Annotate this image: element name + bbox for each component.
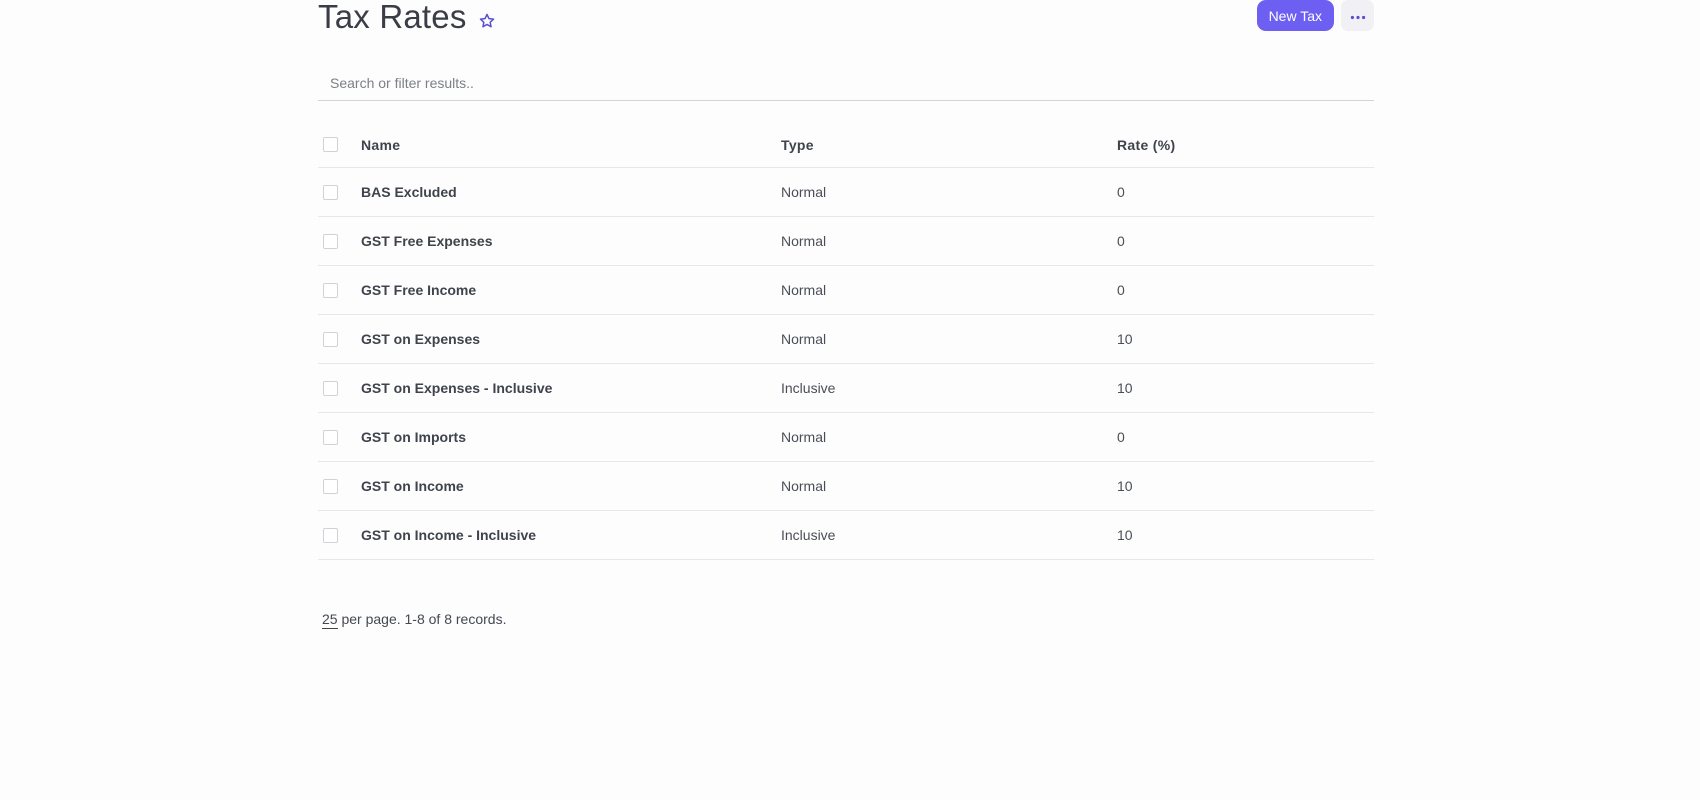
tax-name[interactable]: GST Free Expenses bbox=[361, 233, 493, 249]
more-options-button[interactable] bbox=[1341, 0, 1374, 31]
search-input[interactable] bbox=[318, 66, 1374, 100]
row-checkbox[interactable] bbox=[323, 527, 338, 543]
tax-rate: 0 bbox=[1117, 233, 1125, 249]
row-checkbox[interactable] bbox=[323, 184, 338, 200]
column-header-type[interactable]: Type bbox=[781, 137, 814, 153]
tax-type: Normal bbox=[781, 233, 827, 249]
page-title: Tax Rates bbox=[318, 0, 467, 35]
table-row[interactable]: GST on Expenses Normal 10 bbox=[318, 315, 1374, 364]
tax-type: Inclusive bbox=[781, 527, 836, 543]
table-row[interactable]: GST on Income - Inclusive Inclusive 10 bbox=[318, 511, 1374, 560]
tax-rate: 0 bbox=[1117, 184, 1125, 200]
row-checkbox[interactable] bbox=[323, 429, 338, 445]
table-row[interactable]: BAS Excluded Normal 0 bbox=[318, 168, 1374, 217]
table-row[interactable]: GST on Imports Normal 0 bbox=[318, 413, 1374, 462]
table-row[interactable]: GST on Income Normal 10 bbox=[318, 462, 1374, 511]
pagination-summary: per page. 1-8 of 8 records. bbox=[341, 611, 507, 627]
tax-name[interactable]: GST on Income - Inclusive bbox=[361, 527, 536, 543]
tax-name[interactable]: GST on Expenses - Inclusive bbox=[361, 380, 552, 396]
tax-type: Normal bbox=[781, 331, 827, 347]
tax-name[interactable]: GST on Income bbox=[361, 478, 464, 494]
tax-type: Inclusive bbox=[781, 380, 836, 396]
page-header: Tax Rates New Tax bbox=[318, 0, 1374, 44]
select-all-checkbox[interactable] bbox=[323, 137, 338, 152]
row-checkbox[interactable] bbox=[323, 331, 338, 347]
tax-rate: 10 bbox=[1117, 478, 1133, 494]
per-page-selector[interactable]: 25 bbox=[322, 611, 338, 629]
tax-rate: 0 bbox=[1117, 282, 1125, 298]
search-bar bbox=[318, 66, 1374, 101]
tax-rate: 10 bbox=[1117, 527, 1133, 543]
table-header-row: Name Type Rate (%) bbox=[318, 122, 1374, 168]
tax-type: Normal bbox=[781, 184, 827, 200]
table-row[interactable]: GST Free Expenses Normal 0 bbox=[318, 217, 1374, 266]
tax-type: Normal bbox=[781, 282, 827, 298]
column-header-rate[interactable]: Rate (%) bbox=[1117, 137, 1175, 153]
tax-rates-table: Name Type Rate (%) BAS Excluded Normal 0… bbox=[318, 122, 1374, 560]
tax-name[interactable]: GST Free Income bbox=[361, 282, 476, 298]
tax-name[interactable]: GST on Expenses bbox=[361, 331, 480, 347]
row-checkbox[interactable] bbox=[323, 478, 338, 494]
table-row[interactable]: GST Free Income Normal 0 bbox=[318, 266, 1374, 315]
tax-name[interactable]: BAS Excluded bbox=[361, 184, 457, 200]
tax-name[interactable]: GST on Imports bbox=[361, 429, 466, 445]
title-wrap: Tax Rates bbox=[318, 0, 496, 36]
row-checkbox[interactable] bbox=[323, 282, 338, 298]
row-checkbox[interactable] bbox=[323, 380, 338, 396]
tax-rate: 0 bbox=[1117, 429, 1125, 445]
column-header-name[interactable]: Name bbox=[361, 137, 400, 153]
new-tax-button[interactable]: New Tax bbox=[1256, 0, 1334, 31]
pagination-footer: 25 per page. 1-8 of 8 records. bbox=[322, 611, 506, 629]
tax-rates-page: Tax Rates New Tax Search or filter resul… bbox=[318, 0, 1374, 629]
tax-rate: 10 bbox=[1117, 380, 1133, 396]
table-row[interactable]: GST on Expenses - Inclusive Inclusive 10 bbox=[318, 364, 1374, 413]
tax-type: Normal bbox=[781, 478, 827, 494]
star-icon[interactable] bbox=[478, 12, 496, 30]
tax-type: Normal bbox=[781, 429, 827, 445]
tax-rate: 10 bbox=[1117, 331, 1133, 347]
row-checkbox[interactable] bbox=[323, 233, 338, 249]
header-actions: New Tax bbox=[1256, 0, 1374, 31]
ellipsis-horizontal-icon bbox=[1350, 8, 1366, 23]
